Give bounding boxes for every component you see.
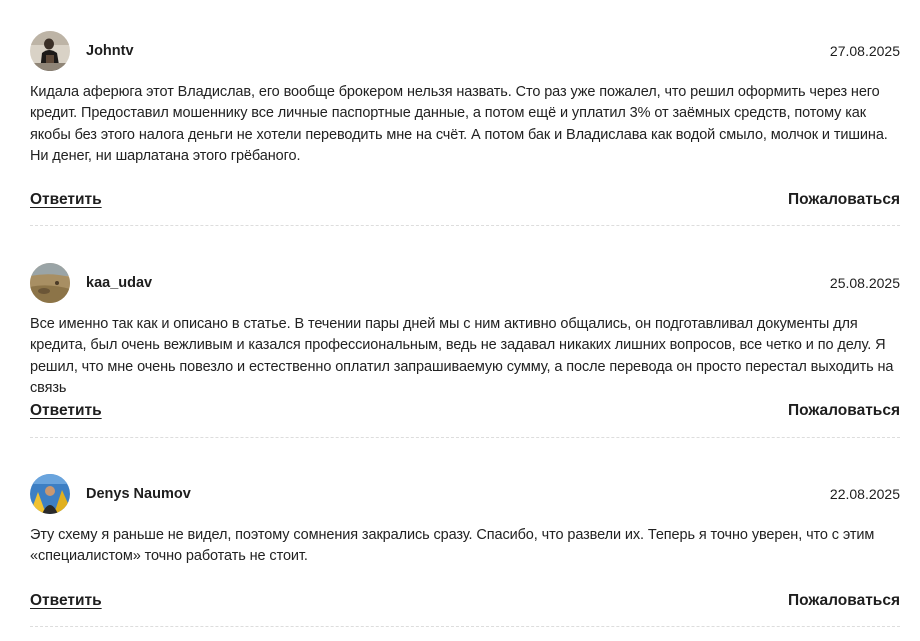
comment-header: Denys Naumov 22.08.2025 xyxy=(30,474,900,514)
reply-link[interactable]: Ответить xyxy=(30,191,102,209)
avatar-johntv-image xyxy=(30,31,70,71)
avatar xyxy=(30,31,70,71)
comment-date: 27.08.2025 xyxy=(829,43,900,59)
comment-author: Denys Naumov xyxy=(86,486,191,502)
report-link[interactable]: Пожаловаться xyxy=(788,191,900,209)
comment-text: Кидала аферюга этот Владислав, его вообщ… xyxy=(30,84,888,164)
comment-header: Johntv 27.08.2025 xyxy=(30,31,900,71)
comment-item: Denys Naumov 22.08.2025 Эту схему я рань… xyxy=(30,474,900,627)
comment-date: 25.08.2025 xyxy=(829,275,900,291)
comment-item: Johntv 27.08.2025 Кидала аферюга этот Вл… xyxy=(30,31,900,226)
comment-actions: Ответить Пожаловаться xyxy=(30,402,900,424)
comment-actions: Ответить Пожаловаться xyxy=(30,592,900,614)
reply-link[interactable]: Ответить xyxy=(30,592,102,610)
comment-author: Johntv xyxy=(86,43,134,59)
avatar-denys-naumov-image xyxy=(30,474,70,514)
comment-divider xyxy=(30,437,900,438)
comment-divider xyxy=(30,626,900,627)
comment-author: kaa_udav xyxy=(86,275,153,291)
comments-list: Johntv 27.08.2025 Кидала аферюга этот Вл… xyxy=(0,0,920,641)
avatar xyxy=(30,263,70,303)
comment-text: Эту схему я раньше не видел, поэтому сом… xyxy=(30,527,875,565)
avatar xyxy=(30,474,70,514)
report-link[interactable]: Пожаловаться xyxy=(788,402,900,420)
comment-item: kaa_udav 25.08.2025 Все именно так как и… xyxy=(30,263,900,438)
reply-link[interactable]: Ответить xyxy=(30,402,102,420)
comment-text: Все именно так как и описано в статье. В… xyxy=(30,316,894,396)
comment-actions: Ответить Пожаловаться xyxy=(30,191,900,213)
avatar-kaa-udav-image xyxy=(30,263,70,303)
comment-divider xyxy=(30,225,900,226)
comment-header: kaa_udav 25.08.2025 xyxy=(30,263,900,303)
comment-date: 22.08.2025 xyxy=(829,486,900,502)
report-link[interactable]: Пожаловаться xyxy=(788,592,900,610)
